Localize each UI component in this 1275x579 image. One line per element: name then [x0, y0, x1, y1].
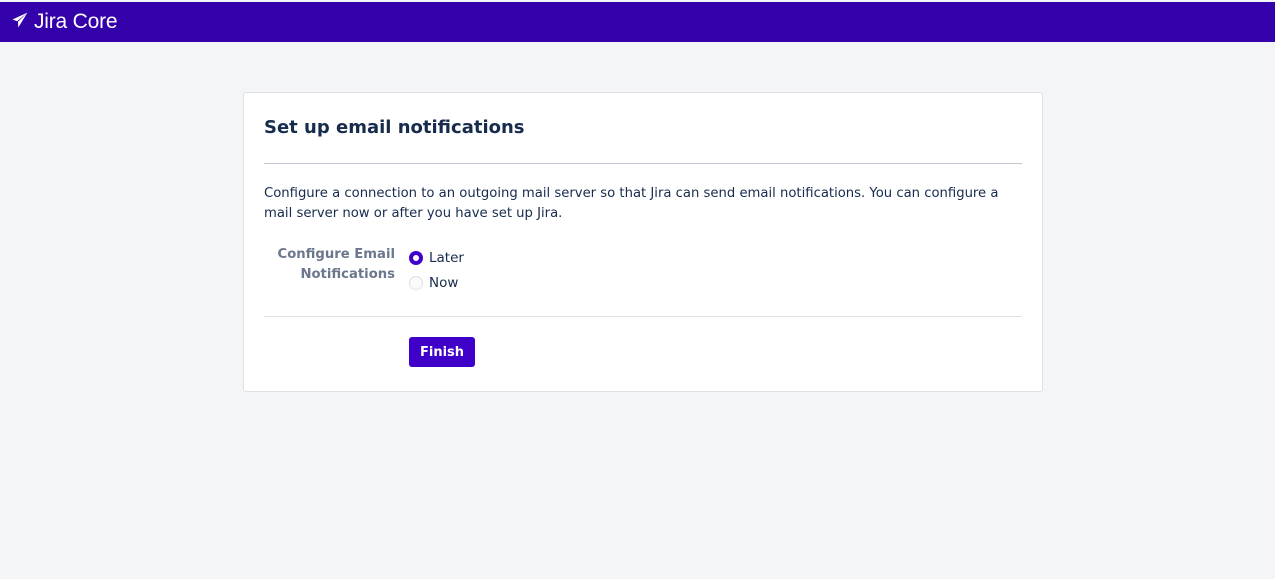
top-navigation-bar: Jira Core [0, 2, 1275, 42]
email-notifications-radio-group: Later Now [409, 245, 464, 295]
page-title: Set up email notifications [264, 117, 525, 138]
title-divider [264, 163, 1022, 164]
radio-later-checked[interactable] [409, 250, 423, 265]
radio-option-later[interactable]: Later [409, 245, 464, 270]
setup-description: Configure a connection to an outgoing ma… [264, 186, 999, 221]
email-setup-card: Set up email notifications Configure a c… [243, 92, 1043, 392]
app-name: Jira Core [34, 10, 118, 33]
radio-now-label[interactable]: Now [429, 275, 458, 291]
app-logo[interactable]: Jira Core [12, 10, 118, 34]
jira-core-logo-icon [12, 12, 34, 32]
radio-now-unchecked[interactable] [409, 275, 423, 290]
radio-option-now[interactable]: Now [409, 270, 464, 295]
configure-email-notifications-label: Configure Email Notifications [277, 247, 395, 282]
radio-later-label[interactable]: Later [429, 250, 464, 266]
finish-button[interactable]: Finish [409, 337, 476, 367]
form-footer-divider [264, 316, 1022, 317]
